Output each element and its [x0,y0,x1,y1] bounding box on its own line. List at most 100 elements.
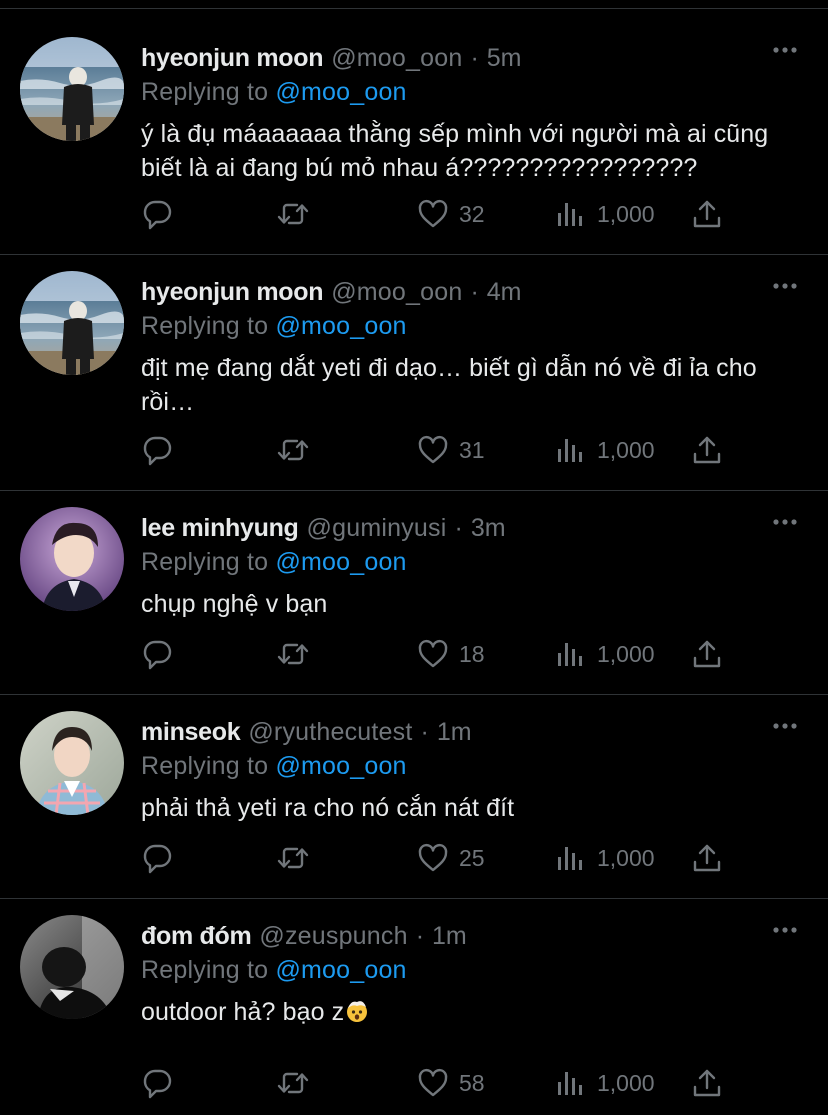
user-handle[interactable]: @guminyusi [307,511,447,545]
heart-icon [418,199,448,228]
reply-icon [143,844,172,874]
avatar[interactable] [20,271,124,375]
tweet-text: outdoor hả? bạo z [141,995,791,1029]
view-count: 1,000 [597,1069,655,1096]
analytics-icon [558,203,582,226]
avatar[interactable] [20,711,124,815]
display-name[interactable]: minseok [141,715,241,749]
retweet-button[interactable] [277,636,309,672]
reply-tweet[interactable]: minseok @ryuthecutest · 1m Replying to @… [0,695,828,899]
replying-to-label: Replying to [141,752,269,780]
timestamp[interactable]: 4m [487,275,522,309]
retweet-button[interactable] [277,1065,309,1101]
reply-button[interactable] [141,1065,173,1101]
replying-to-handle[interactable]: @moo_oon [275,78,406,106]
share-button[interactable] [691,636,723,672]
reply-tweet[interactable]: lee minhyung @guminyusi · 3m Replying to… [0,491,828,695]
like-button[interactable]: 58 [417,1065,485,1101]
action-bar: 58 1,000 [141,1065,731,1101]
user-handle[interactable]: @ryuthecutest [248,715,412,749]
views-button[interactable]: 1,000 [555,196,655,232]
action-bar: 25 1,000 [141,840,731,876]
replying-to-label: Replying to [141,312,269,340]
heart-icon [418,639,448,668]
avatar[interactable] [20,915,124,1019]
heart-icon [418,843,448,872]
tweet-content: minseok @ryuthecutest · 1m Replying to @… [141,715,808,825]
separator-dot: · [415,922,425,950]
retweet-button[interactable] [277,840,309,876]
tweet-header: đom đóm @zeuspunch · 1m [141,919,808,953]
share-button[interactable] [691,432,723,468]
view-count: 1,000 [597,436,655,463]
reply-icon [143,200,172,230]
display-name[interactable]: hyeonjun moon [141,41,324,75]
action-bar: 32 1,000 [141,196,731,232]
tweet-text: chụp nghệ v bạn [141,590,328,618]
share-button[interactable] [691,1065,723,1101]
timestamp[interactable]: 5m [487,41,522,75]
like-count: 32 [459,200,485,227]
separator-dot: · [454,514,463,542]
like-button[interactable]: 25 [417,840,485,876]
views-button[interactable]: 1,000 [555,636,655,672]
views-button[interactable]: 1,000 [555,1065,655,1101]
timestamp[interactable]: 3m [471,511,506,545]
heart-icon [418,435,448,464]
retweet-button[interactable] [277,196,309,232]
analytics-icon [558,1072,582,1095]
views-button[interactable]: 1,000 [555,432,655,468]
avatar[interactable] [20,507,124,611]
views-button[interactable]: 1,000 [555,840,655,876]
reply-button[interactable] [141,196,173,232]
replying-to-handle[interactable]: @moo_oon [275,548,406,576]
analytics-icon [558,439,582,462]
like-button[interactable]: 32 [417,196,485,232]
timestamp[interactable]: 1m [432,919,467,953]
retweet-button[interactable] [277,432,309,468]
display-name[interactable]: lee minhyung [141,511,299,545]
tweet-content: đom đóm @zeuspunch · 1m Replying to @moo… [141,919,808,1029]
replying-to: Replying to @moo_oon [141,953,808,987]
replying-to-label: Replying to [141,956,269,984]
reply-tweet[interactable]: đom đóm @zeuspunch · 1m Replying to @moo… [0,899,828,1115]
replying-to-handle[interactable]: @moo_oon [275,956,406,984]
user-handle[interactable]: @zeuspunch [259,919,407,953]
tweet-header: minseok @ryuthecutest · 1m [141,715,808,749]
reply-button[interactable] [141,636,173,672]
user-handle[interactable]: @moo_oon [331,275,462,309]
view-count: 1,000 [597,200,655,227]
share-button[interactable] [691,840,723,876]
replying-to-handle[interactable]: @moo_oon [275,752,406,780]
user-handle[interactable]: @moo_oon [331,41,462,75]
replying-to: Replying to @moo_oon [141,75,808,109]
retweet-icon [277,847,309,869]
more-options-icon[interactable] [772,925,798,935]
replying-to-label: Replying to [141,78,269,106]
display-name[interactable]: đom đóm [141,919,252,953]
share-icon [693,844,721,872]
avatar[interactable] [20,37,124,141]
reply-tweet[interactable]: hyeonjun moon @moo_oon · 5m Replying to … [0,9,828,255]
reply-button[interactable] [141,840,173,876]
timestamp[interactable]: 1m [437,715,472,749]
view-count: 1,000 [597,640,655,667]
more-options-icon[interactable] [772,721,798,731]
like-count: 58 [459,1069,485,1096]
more-options-icon[interactable] [772,517,798,527]
exploding-head-emoji-icon [347,1001,368,1022]
more-options-icon[interactable] [772,45,798,55]
replying-to: Replying to @moo_oon [141,309,808,343]
tweet-content: lee minhyung @guminyusi · 3m Replying to… [141,511,808,621]
replying-to-handle[interactable]: @moo_oon [275,312,406,340]
tweet-content: hyeonjun moon @moo_oon · 5m Replying to … [141,41,808,185]
separator-dot: · [470,278,479,306]
display-name[interactable]: hyeonjun moon [141,275,324,309]
reply-tweet[interactable]: hyeonjun moon @moo_oon · 4m Replying to … [0,255,828,491]
more-options-icon[interactable] [772,281,798,291]
like-button[interactable]: 18 [417,636,485,672]
share-button[interactable] [691,196,723,232]
reply-button[interactable] [141,432,173,468]
like-count: 18 [459,640,485,667]
like-button[interactable]: 31 [417,432,485,468]
